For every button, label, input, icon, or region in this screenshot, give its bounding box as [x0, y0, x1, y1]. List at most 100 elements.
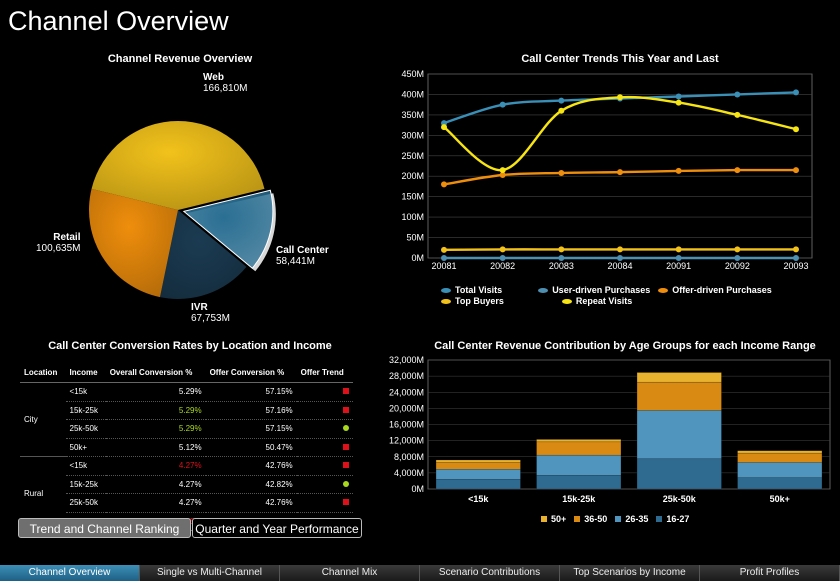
- y-tick-label: 50M: [406, 233, 424, 243]
- tab-single-vs-multi-channel[interactable]: Single vs Multi-Channel: [140, 565, 280, 581]
- x-tick-label: 20091: [666, 261, 691, 271]
- y-tick-label: 4,000M: [394, 468, 424, 478]
- y-tick-label: 300M: [401, 130, 424, 140]
- legend-label: Top Buyers: [455, 296, 504, 306]
- legend-swatch: [441, 298, 451, 304]
- legend-26-35: 26-35: [615, 514, 648, 524]
- series-point: [558, 107, 565, 114]
- trend-down-square-icon: [343, 443, 349, 450]
- offer-trend-cell: [296, 438, 353, 457]
- x-category-label: <15k: [468, 494, 489, 504]
- offer-conversion-cell: 42.76%: [205, 456, 297, 476]
- legend-total-visits: Total Visits: [441, 285, 502, 295]
- series-point: [793, 255, 799, 261]
- overall-conversion-cell: 4.27%: [105, 475, 206, 494]
- series-point: [675, 255, 682, 261]
- tab-channel-mix[interactable]: Channel Mix: [280, 565, 420, 581]
- legend-36-50: 36-50: [574, 514, 607, 524]
- legend-swatch: [656, 516, 663, 522]
- pie-label-call-center-name: Call Center: [276, 245, 329, 256]
- bar-segment-50-: [536, 439, 622, 443]
- y-tick-label: 12,000M: [389, 436, 424, 446]
- series-point: [617, 94, 623, 101]
- y-tick-label: 20,000M: [389, 403, 424, 413]
- y-tick-label: 24,000M: [389, 387, 424, 397]
- legend-swatch: [615, 516, 622, 522]
- y-tick-label: 450M: [401, 69, 424, 79]
- income-cell: 15k-25k: [65, 401, 106, 420]
- overall-conversion-cell: 5.12%: [105, 438, 206, 457]
- revenue-contribution-bar-chart: 0M 4,000M 8,000M 12,000M 16,000M 20,000M 24,00…: [389, 355, 831, 504]
- y-tick-label: 8,000M: [394, 452, 424, 462]
- overall-conversion-cell: 5.29%: [105, 401, 206, 420]
- trend-up-dot-icon: [343, 425, 349, 432]
- tab-scenario-contributions[interactable]: Scenario Contributions: [420, 565, 560, 581]
- series-point: [734, 167, 741, 174]
- legend-swatch: [658, 287, 669, 293]
- conversion-rates-table: Location Income Overall Conversion % Off…: [20, 365, 353, 531]
- legend-50-plus: 50+: [541, 514, 566, 524]
- table-row: 25k-50k 4.27% 42.76%: [20, 493, 353, 513]
- bar-segment-36-50: [737, 452, 823, 463]
- legend-label: Repeat Visits: [575, 296, 633, 306]
- table-row: 25k-50k 5.29% 57.15%: [20, 419, 353, 439]
- tab-top-scenarios-by-income[interactable]: Top Scenarios by Income: [560, 565, 700, 581]
- income-cell: <15k: [65, 382, 106, 402]
- bar-chart-title: Call Center Revenue Contribution by Age …: [434, 340, 816, 352]
- offer-conversion-cell: 42.82%: [205, 475, 297, 494]
- pie-label-ivr-name: IVR: [191, 302, 208, 313]
- table-row: Rural <15k 4.27% 42.76%: [20, 456, 353, 531]
- table-row: City <15k 5.29% 57.15%: [20, 382, 353, 457]
- legend-label: Offer-driven Purchases: [672, 285, 772, 295]
- series-point: [734, 255, 741, 261]
- legend-label: 50+: [551, 514, 567, 524]
- offer-conversion-cell: 42.76%: [205, 493, 297, 513]
- bar-segment-16-27: [636, 458, 722, 490]
- table-title: Call Center Conversion Rates by Location…: [48, 340, 332, 352]
- pie-label-retail-value: 100,635M: [36, 243, 81, 254]
- series-point: [558, 97, 565, 104]
- quarter-year-performance-button[interactable]: Quarter and Year Performance: [192, 518, 362, 538]
- tab-channel-overview[interactable]: Channel Overview: [0, 565, 140, 581]
- page-title: Channel Overview: [8, 6, 229, 36]
- col-income: Income: [65, 365, 106, 383]
- pie-label-retail: Retail 100,635M: [36, 232, 80, 254]
- series-point: [675, 246, 682, 253]
- pie-label-call-center-value: 58,441M: [276, 256, 315, 267]
- offer-trend-cell: [296, 456, 353, 476]
- tab-profit-profiles[interactable]: Profit Profiles: [700, 565, 840, 581]
- table-row: 15k-25k 4.27% 42.82%: [20, 475, 353, 494]
- bar-segment-26-35: [435, 468, 521, 480]
- table-header-row: Location Income Overall Conversion % Off…: [20, 365, 353, 383]
- x-category-label: 15k-25k: [562, 494, 596, 504]
- bar-segment-36-50: [636, 381, 722, 411]
- legend-label: 16-27: [666, 514, 690, 524]
- series-point: [499, 255, 506, 261]
- y-tick-label: 0M: [411, 253, 424, 263]
- y-tick-label: 28,000M: [389, 371, 424, 381]
- series-point: [441, 181, 447, 188]
- offer-conversion-cell: 50.47%: [205, 438, 297, 457]
- income-cell: 15k-25k: [65, 475, 106, 494]
- bar-segment-36-50: [536, 441, 622, 456]
- y-tick-label: 350M: [401, 110, 424, 120]
- overall-conversion-cell: 5.29%: [105, 382, 206, 402]
- pie-label-retail-name: Retail: [53, 232, 81, 243]
- series-point: [499, 246, 506, 253]
- bar-segment-16-27: [536, 475, 622, 490]
- line-legend-row-2: Top Buyers Repeat Visits: [441, 296, 640, 306]
- x-category-label: 50k+: [770, 494, 790, 504]
- trend-down-square-icon: [343, 388, 349, 395]
- legend-swatch: [561, 298, 572, 304]
- trend-channel-ranking-button[interactable]: Trend and Channel Ranking: [18, 518, 191, 538]
- offer-trend-cell: [296, 401, 353, 420]
- series-line-repeat-visits: [443, 95, 797, 172]
- offer-trend-cell: [296, 419, 353, 439]
- offer-trend-cell: [296, 382, 353, 402]
- table-row: 50k+ 5.12% 50.47%: [20, 438, 353, 457]
- series-point: [793, 167, 799, 174]
- legend-label: User-driven Purchases: [552, 285, 651, 295]
- x-tick-label: 20093: [783, 261, 808, 271]
- col-offer-conversion: Offer Conversion %: [205, 365, 297, 383]
- col-location: Location: [20, 365, 66, 383]
